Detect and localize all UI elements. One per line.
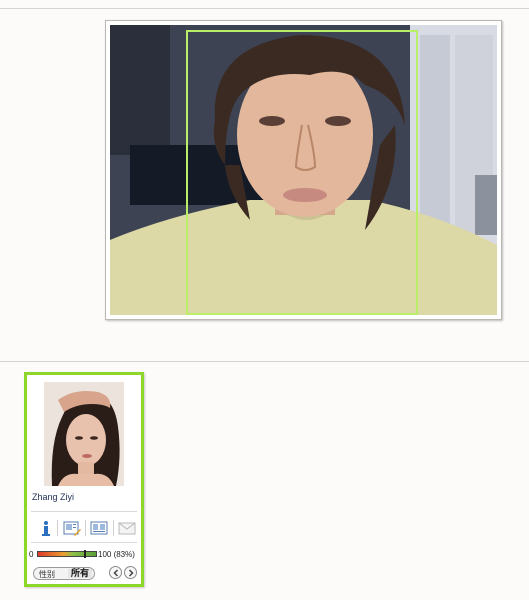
icon-divider (113, 520, 114, 536)
info-icon[interactable] (37, 519, 55, 537)
gender-filter-label: 性别 (39, 570, 55, 579)
face-match-page: Zhang Ziyi 0 100 (83%) 性别 所有 (0, 0, 529, 600)
score-max-label: 100 (83%) (98, 550, 135, 559)
icon-divider (85, 520, 86, 536)
middle-divider (0, 361, 529, 362)
action-icons (33, 517, 137, 539)
similarity-score: 0 100 (83%) (29, 549, 141, 561)
icon-divider (57, 520, 58, 536)
next-button[interactable] (124, 566, 137, 579)
card-divider (31, 542, 137, 543)
compare-profile-icon[interactable] (90, 519, 108, 537)
score-marker (84, 550, 86, 558)
card-footer: 性别 所有 (33, 566, 139, 582)
match-result-card: Zhang Ziyi 0 100 (83%) 性别 所有 (24, 372, 144, 587)
gender-filter[interactable]: 性别 所有 (33, 567, 95, 580)
card-divider (31, 511, 137, 512)
query-photo (110, 25, 497, 315)
score-min-label: 0 (29, 550, 34, 559)
mail-icon[interactable] (118, 519, 136, 537)
chevron-right-icon (128, 569, 134, 577)
gender-filter-value: 所有 (67, 569, 92, 578)
previous-button[interactable] (109, 566, 122, 579)
person-name[interactable]: Zhang Ziyi (32, 492, 74, 502)
chevron-left-icon (113, 569, 119, 577)
match-thumbnail[interactable] (44, 382, 124, 486)
detected-face-box (186, 30, 418, 315)
query-photo-frame (105, 20, 502, 320)
edit-photo-icon[interactable] (63, 519, 81, 537)
score-bar (37, 550, 97, 558)
top-divider (0, 8, 529, 9)
